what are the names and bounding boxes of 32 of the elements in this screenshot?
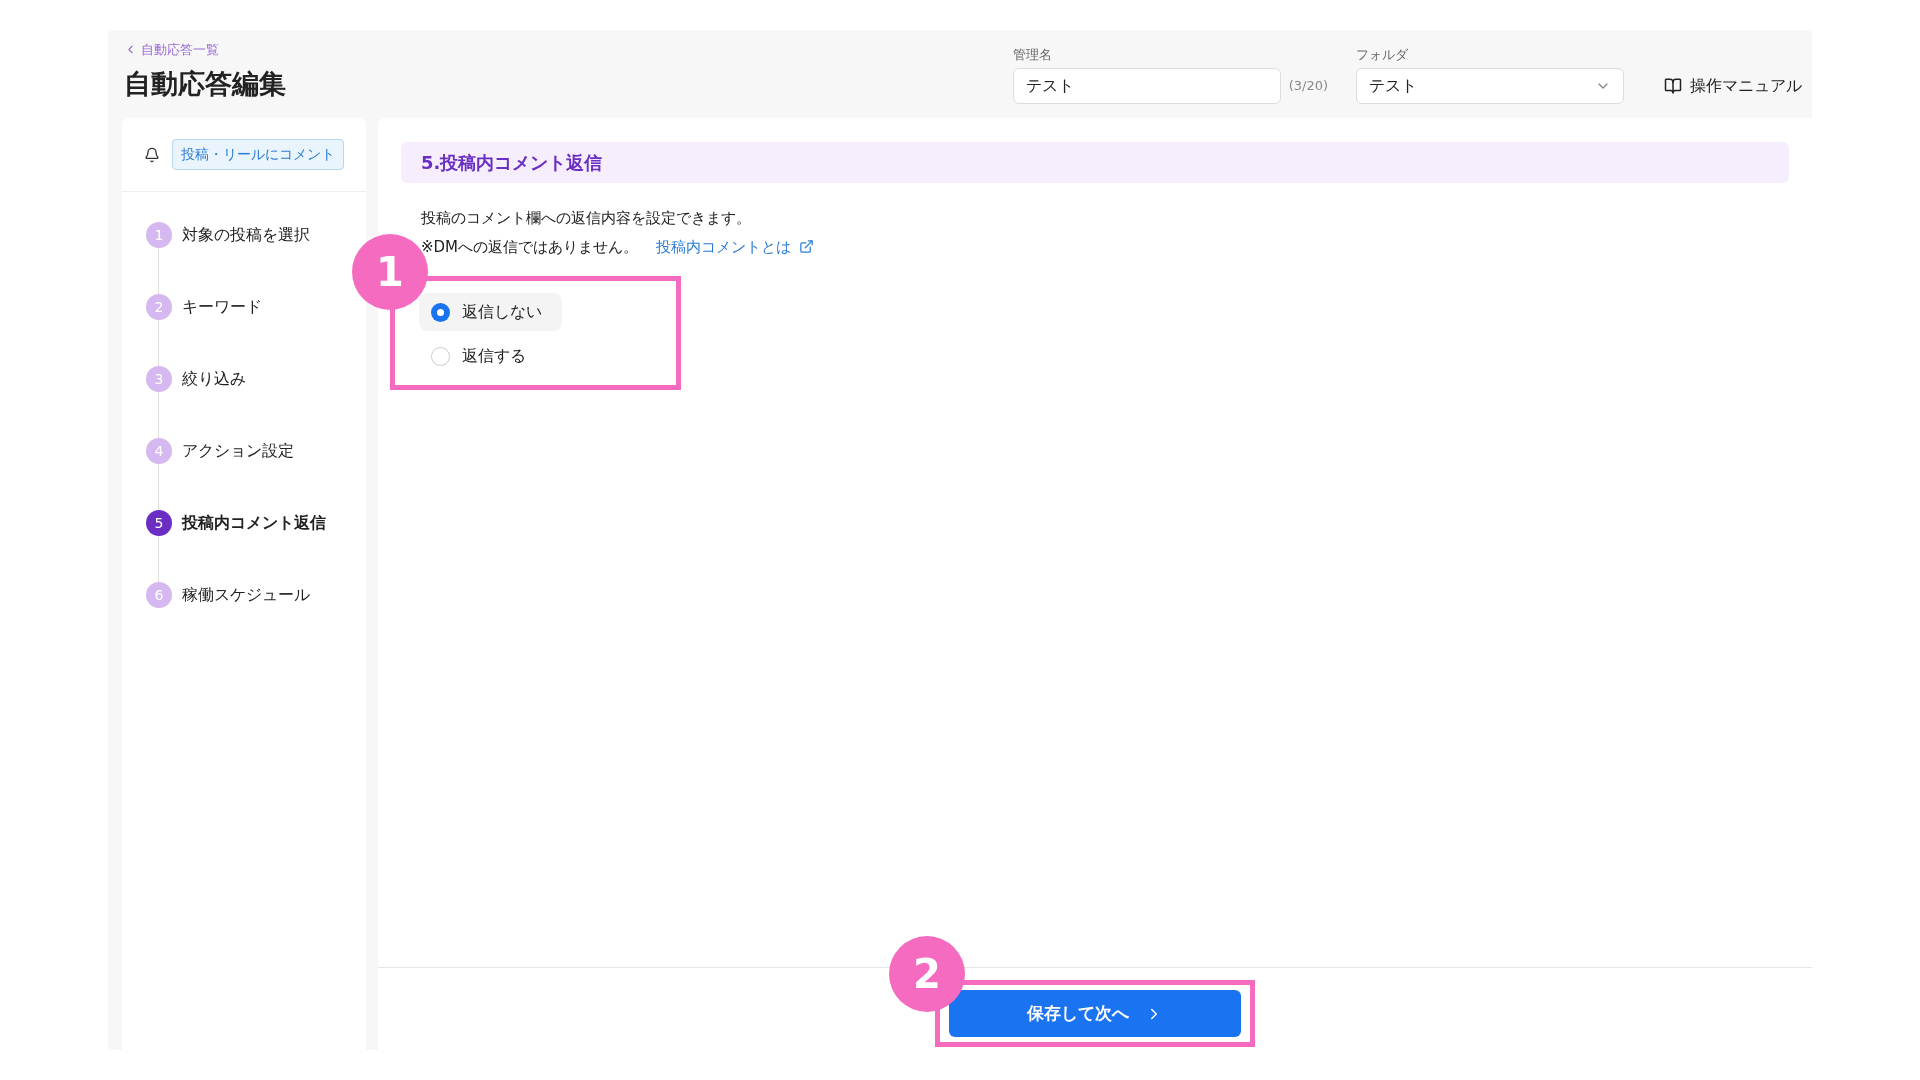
back-link[interactable]: 自動応答一覧: [124, 40, 286, 60]
step-label[interactable]: キーワード: [182, 295, 262, 319]
step-label[interactable]: 絞り込み: [182, 367, 246, 391]
radio-button[interactable]: [431, 346, 450, 366]
folder-select[interactable]: テスト: [1356, 68, 1624, 104]
book-icon: [1664, 77, 1682, 95]
step-number: 6: [146, 582, 172, 608]
step-label[interactable]: 対象の投稿を選択: [182, 223, 310, 247]
save-next-button[interactable]: 保存して次へ: [949, 990, 1241, 1037]
description-text: 投稿のコメント欄への返信内容を設定できます。: [421, 208, 752, 229]
step-label[interactable]: 稼働スケジュール: [182, 583, 310, 607]
trigger-badge: 投稿・リールにコメント: [172, 139, 344, 170]
radio-option[interactable]: 返信しない: [419, 293, 562, 331]
step-label[interactable]: 投稿内コメント返信: [182, 511, 326, 535]
help-link[interactable]: 投稿内コメントとは: [656, 235, 815, 258]
radio-button[interactable]: [431, 302, 450, 322]
character-counter: (3/20): [1288, 77, 1328, 96]
field-label: フォルダ: [1356, 45, 1409, 64]
step-label[interactable]: アクション設定: [182, 439, 294, 463]
section-title: 5.投稿内コメント返信: [421, 151, 603, 175]
name-field[interactable]: テスト: [1012, 68, 1281, 104]
external-link-icon: [799, 239, 815, 255]
manual-link[interactable]: 操作マニュアル: [1664, 68, 1802, 104]
step-number: 2: [146, 294, 172, 320]
step-number: 3: [146, 366, 172, 392]
callout-number: 2: [889, 936, 965, 1012]
radio-option[interactable]: 返信する: [419, 337, 546, 375]
step-number: 4: [146, 438, 172, 464]
step-number: 1: [146, 222, 172, 248]
step-number: 5: [146, 510, 172, 536]
page-title: 自動応答編集: [124, 66, 286, 101]
field-label: 管理名: [1012, 45, 1053, 64]
